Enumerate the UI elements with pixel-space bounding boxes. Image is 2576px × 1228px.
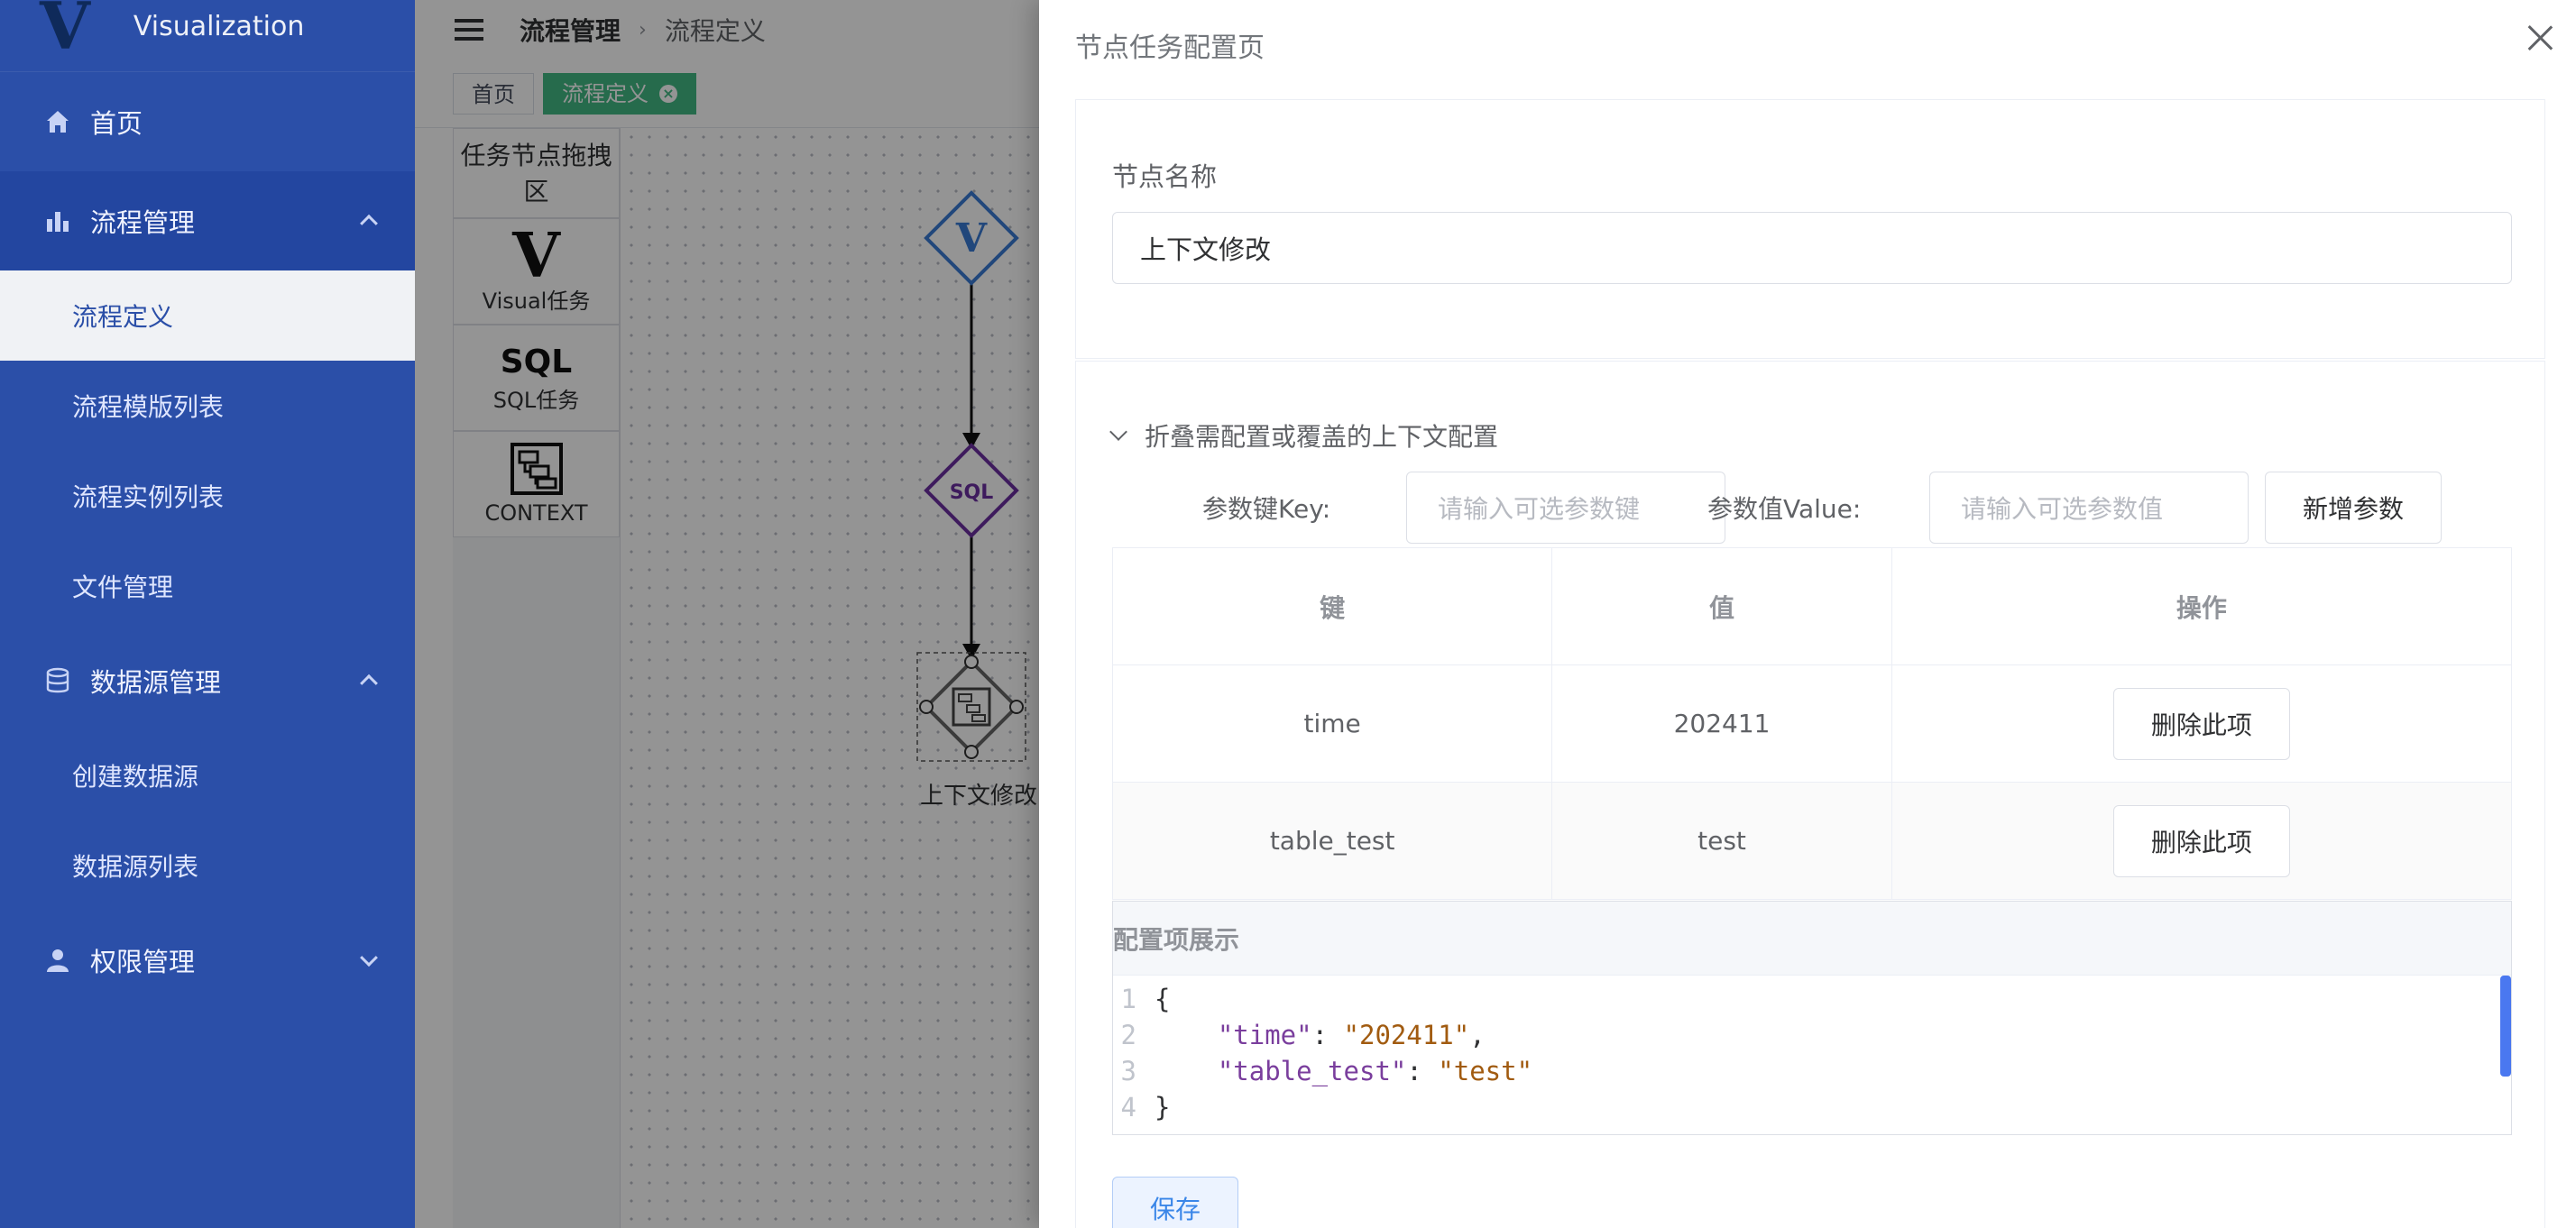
- line-number: 3: [1120, 1056, 1136, 1086]
- config-preview: 配置项展示 1{ 2 "time": "202411", 3 "table_te…: [1112, 901, 2512, 1135]
- sidebar-item-home[interactable]: 首页: [0, 72, 415, 171]
- code-text: {: [1155, 984, 1171, 1014]
- sidebar: V Visualization 首页 流程管理 流程定义 流程模版列表 流程实例…: [0, 0, 415, 1228]
- params-table: 键 值 操作 time 202411 删除此项 table_test test: [1111, 547, 2513, 900]
- code-text: }: [1155, 1092, 1171, 1123]
- sidebar-item-process-instance-list[interactable]: 流程实例列表: [0, 451, 415, 541]
- context-config-card: 折叠需配置或覆盖的上下文配置 参数键Key: 请输入可选参数键 参数值Value…: [1075, 361, 2545, 1228]
- collapse-header[interactable]: 折叠需配置或覆盖的上下文配置: [1109, 417, 1499, 454]
- close-icon[interactable]: [2524, 22, 2556, 54]
- table-row: table_test test 删除此项: [1111, 782, 2513, 900]
- key-cell: table_test: [1111, 782, 1553, 900]
- scrollbar-thumb[interactable]: [2500, 976, 2511, 1077]
- node-name-input[interactable]: 上下文修改: [1112, 212, 2512, 284]
- sidebar-item-create-datasource[interactable]: 创建数据源: [0, 730, 415, 820]
- collapse-title: 折叠需配置或覆盖的上下文配置: [1145, 422, 1499, 452]
- sidebar-item-file-management[interactable]: 文件管理: [0, 541, 415, 631]
- sidebar-item-permission-management[interactable]: 权限管理: [0, 911, 415, 1010]
- brand: V Visualization: [0, 0, 415, 72]
- code-text: ,: [1469, 1020, 1486, 1050]
- delete-row-button[interactable]: 删除此项: [2112, 804, 2290, 877]
- param-form: 参数键Key: 请输入可选参数键 参数值Value: 请输入可选参数值 新增参数: [1112, 472, 2519, 544]
- chevron-down-icon: [1109, 423, 1127, 441]
- preview-title: 配置项展示: [1113, 902, 2511, 976]
- table-row: time 202411 删除此项: [1111, 664, 2513, 783]
- line-number: 4: [1120, 1092, 1136, 1123]
- sidebar-item-label: 流程管理: [90, 207, 196, 238]
- add-param-button[interactable]: 新增参数: [2265, 472, 2442, 544]
- node-config-drawer: 节点任务配置页 节点名称 上下文修改 折叠需配置或覆盖的上下文配置 参数键Key…: [1039, 0, 2576, 1228]
- bar-chart-icon: [43, 206, 72, 235]
- param-key-label: 参数键Key:: [1202, 494, 1331, 524]
- json-key: "table_test": [1217, 1056, 1407, 1086]
- sidebar-item-process-management[interactable]: 流程管理: [0, 171, 415, 270]
- home-icon: [43, 107, 72, 136]
- sidebar-item-label: 数据源管理: [90, 667, 222, 698]
- code-line: 3 "table_test": "test": [1113, 1053, 2511, 1089]
- sidebar-item-label: 权限管理: [90, 947, 196, 977]
- line-number: 1: [1120, 984, 1136, 1014]
- param-value-label: 参数值Value:: [1707, 494, 1862, 524]
- code-line: 1{: [1113, 981, 2511, 1017]
- delete-row-button[interactable]: 删除此项: [2112, 687, 2290, 760]
- code-line: 2 "time": "202411",: [1113, 1017, 2511, 1053]
- param-value-input[interactable]: 请输入可选参数值: [1929, 472, 2249, 544]
- json-value: "202411": [1343, 1020, 1470, 1050]
- line-number: 2: [1120, 1020, 1136, 1050]
- action-cell: 删除此项: [1891, 782, 2513, 900]
- param-key-input[interactable]: 请输入可选参数键: [1406, 472, 1725, 544]
- sidebar-item-process-template-list[interactable]: 流程模版列表: [0, 361, 415, 451]
- sidebar-item-datasource-management[interactable]: 数据源管理: [0, 631, 415, 730]
- value-cell: 202411: [1551, 664, 1892, 783]
- app-name: Visualization: [133, 11, 305, 42]
- action-cell: 删除此项: [1891, 664, 2513, 783]
- chevron-up-icon: [360, 214, 378, 233]
- database-icon: [43, 666, 72, 695]
- json-code-editor[interactable]: 1{ 2 "time": "202411", 3 "table_test": "…: [1113, 976, 2511, 1125]
- json-value: "test": [1438, 1056, 1533, 1086]
- sidebar-item-datasource-list[interactable]: 数据源列表: [0, 820, 415, 911]
- sidebar-item-process-definition[interactable]: 流程定义: [0, 270, 415, 361]
- code-line: 4}: [1113, 1089, 2511, 1125]
- value-cell: test: [1551, 782, 1892, 900]
- drawer-title: 节点任务配置页: [1075, 32, 1265, 64]
- node-name-card: 节点名称 上下文修改: [1075, 99, 2545, 359]
- column-header: 操作: [1891, 547, 2513, 665]
- column-header: 值: [1551, 547, 1892, 665]
- column-header: 键: [1111, 547, 1553, 665]
- chevron-down-icon: [360, 948, 378, 967]
- sidebar-item-label: 首页: [90, 108, 143, 139]
- user-icon: [43, 946, 72, 975]
- table-header-row: 键 值 操作: [1111, 547, 2513, 665]
- key-cell: time: [1111, 664, 1553, 783]
- json-key: "time": [1217, 1020, 1312, 1050]
- logo-icon: V: [40, 0, 90, 64]
- save-button[interactable]: 保存: [1112, 1177, 1238, 1228]
- node-name-label: 节点名称: [1112, 161, 1218, 192]
- chevron-up-icon: [360, 674, 378, 692]
